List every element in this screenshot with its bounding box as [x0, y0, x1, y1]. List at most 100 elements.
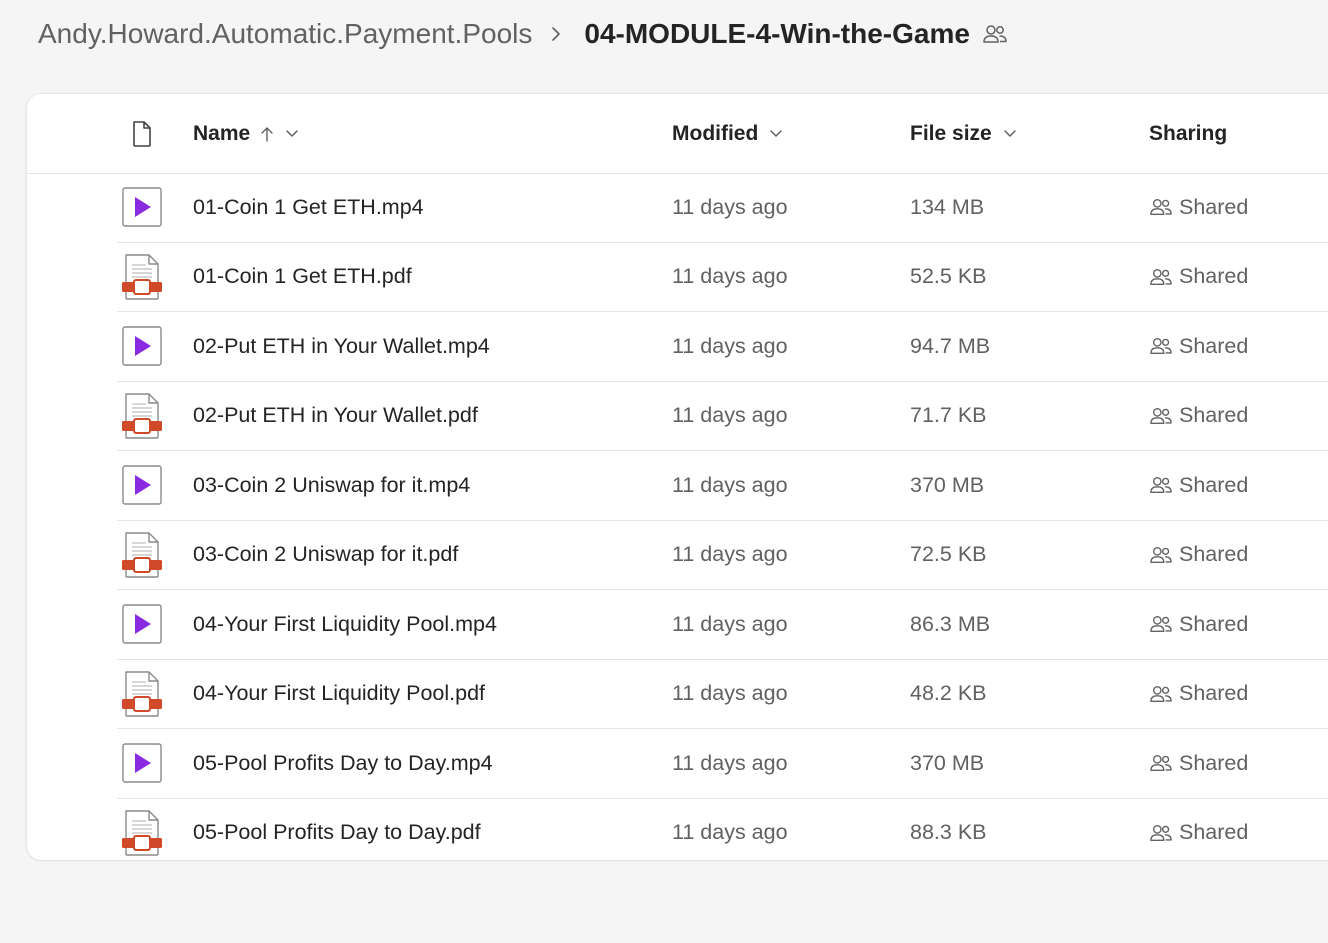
sharing-label: Shared [1179, 681, 1249, 706]
people-icon[interactable] [982, 22, 1008, 46]
file-modified: 11 days ago [672, 681, 788, 706]
file-size: 370 MB [910, 472, 985, 497]
file-name-link[interactable]: 01-Coin 1 Get ETH.mp4 [193, 195, 424, 220]
breadcrumb: Andy.Howard.Automatic.Payment.Pools 04-M… [38, 14, 1008, 54]
file-name-link[interactable]: 05-Pool Profits Day to Day.mp4 [193, 751, 493, 776]
name-column-label: Name [193, 121, 251, 145]
pdf-file-icon [122, 393, 162, 439]
file-modified: 11 days ago [672, 750, 788, 775]
file-name-link[interactable]: 02-Put ETH in Your Wallet.pdf [193, 403, 478, 428]
sharing-column-header[interactable]: Sharing [1149, 122, 1227, 146]
file-name-link[interactable]: 03-Coin 2 Uniswap for it.pdf [193, 542, 458, 567]
file-size: 88.3 KB [910, 820, 987, 845]
sharing-status[interactable]: Shared [1149, 334, 1248, 359]
breadcrumb-parent-link[interactable]: Andy.Howard.Automatic.Payment.Pools [38, 18, 532, 50]
sharing-status[interactable]: Shared [1149, 264, 1248, 289]
file-size-column-label: File size [910, 121, 992, 145]
people-icon [1150, 616, 1172, 633]
modified-column-label: Modified [672, 121, 759, 145]
video-file-icon [122, 604, 162, 644]
file-row[interactable]: 03-Coin 2 Uniswap for it.mp4 11 days ago… [117, 451, 1328, 521]
pdf-file-icon [122, 671, 162, 717]
file-row[interactable]: 02-Put ETH in Your Wallet.mp4 11 days ag… [117, 312, 1328, 382]
people-icon [1150, 546, 1172, 563]
video-file-icon [122, 326, 162, 366]
file-row[interactable]: 04-Your First Liquidity Pool.pdf 11 days… [117, 660, 1328, 729]
sharing-label: Shared [1179, 194, 1249, 219]
file-type-icon-cell [117, 173, 167, 242]
document-icon [133, 120, 151, 147]
file-name-link[interactable]: 04-Your First Liquidity Pool.pdf [193, 681, 485, 706]
file-row[interactable]: 05-Pool Profits Day to Day.mp4 11 days a… [117, 729, 1328, 799]
people-icon [1150, 407, 1172, 424]
file-row[interactable]: 04-Your First Liquidity Pool.mp4 11 days… [117, 590, 1328, 660]
column-header-row: Name Modified File size Sharing [27, 94, 1328, 174]
chevron-down-icon [1003, 129, 1016, 137]
file-size: 71.7 KB [910, 403, 987, 428]
file-size: 94.7 MB [910, 333, 991, 358]
people-icon [1150, 338, 1172, 355]
file-type-icon-cell [117, 590, 167, 659]
file-size: 52.5 KB [910, 264, 987, 289]
people-icon [1150, 824, 1172, 841]
file-modified: 11 days ago [672, 820, 788, 845]
sharing-label: Shared [1179, 333, 1249, 358]
sharing-label: Shared [1179, 750, 1249, 775]
file-size-column-header[interactable]: File size [910, 122, 1018, 146]
sharing-label: Shared [1179, 264, 1249, 289]
sharing-status[interactable]: Shared [1149, 195, 1248, 220]
sharing-status[interactable]: Shared [1149, 473, 1248, 498]
sharing-status[interactable]: Shared [1149, 751, 1248, 776]
file-type-icon-cell [117, 660, 167, 729]
file-type-icon-cell [117, 382, 167, 451]
people-icon [1150, 199, 1172, 216]
video-file-icon [122, 187, 162, 227]
chevron-down-icon [770, 129, 783, 137]
file-name-link[interactable]: 04-Your First Liquidity Pool.mp4 [193, 612, 497, 637]
file-row[interactable]: 03-Coin 2 Uniswap for it.pdf 11 days ago… [117, 521, 1328, 590]
file-row[interactable]: 02-Put ETH in Your Wallet.pdf 11 days ag… [117, 382, 1328, 451]
video-file-icon [122, 465, 162, 505]
sharing-label: Shared [1179, 472, 1249, 497]
file-row[interactable]: 05-Pool Profits Day to Day.pdf 11 days a… [117, 799, 1328, 861]
people-icon [1150, 477, 1172, 494]
file-type-icon-cell [117, 729, 167, 798]
people-icon [1150, 268, 1172, 285]
sharing-label: Shared [1179, 611, 1249, 636]
file-name-link[interactable]: 01-Coin 1 Get ETH.pdf [193, 264, 412, 289]
sharing-label: Shared [1179, 403, 1249, 428]
file-list-panel: Name Modified File size Sharing 01-Coin … [27, 94, 1328, 860]
file-type-icon-cell [117, 243, 167, 312]
file-type-icon-cell [117, 799, 167, 861]
file-modified: 11 days ago [672, 611, 788, 636]
modified-column-header[interactable]: Modified [672, 122, 784, 146]
video-file-icon [122, 743, 162, 783]
file-modified: 11 days ago [672, 403, 788, 428]
arrow-up-icon [261, 126, 273, 142]
sharing-status[interactable]: Shared [1149, 820, 1248, 845]
file-modified: 11 days ago [672, 542, 788, 567]
chevron-right-icon [550, 24, 562, 44]
people-icon [1150, 755, 1172, 772]
file-size: 370 MB [910, 750, 985, 775]
sharing-status[interactable]: Shared [1149, 612, 1248, 637]
sharing-label: Shared [1179, 820, 1249, 845]
file-row[interactable]: 01-Coin 1 Get ETH.mp4 11 days ago 134 MB… [117, 173, 1328, 243]
breadcrumb-current: 04-MODULE-4-Win-the-Game [584, 18, 970, 49]
sharing-status[interactable]: Shared [1149, 681, 1248, 706]
file-size: 86.3 MB [910, 611, 991, 636]
file-size: 134 MB [910, 194, 985, 219]
file-name-link[interactable]: 05-Pool Profits Day to Day.pdf [193, 820, 481, 845]
sharing-status[interactable]: Shared [1149, 542, 1248, 567]
file-name-link[interactable]: 02-Put ETH in Your Wallet.mp4 [193, 334, 490, 359]
name-column-header[interactable]: Name [193, 122, 300, 146]
file-name-link[interactable]: 03-Coin 2 Uniswap for it.mp4 [193, 473, 470, 498]
sharing-status[interactable]: Shared [1149, 403, 1248, 428]
file-row[interactable]: 01-Coin 1 Get ETH.pdf 11 days ago 52.5 K… [117, 243, 1328, 312]
chevron-down-icon [286, 129, 298, 137]
file-size: 48.2 KB [910, 681, 987, 706]
file-type-column-header[interactable] [117, 94, 167, 173]
people-icon [1150, 685, 1172, 702]
file-modified: 11 days ago [672, 333, 788, 358]
file-modified: 11 days ago [672, 194, 788, 219]
